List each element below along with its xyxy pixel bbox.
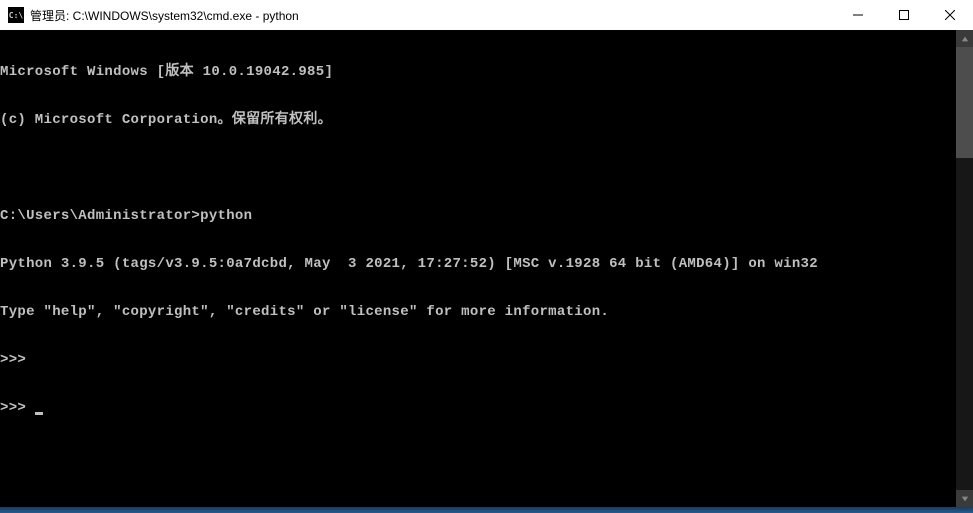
prompt-text: >>> xyxy=(0,400,35,416)
titlebar[interactable]: C:\ 管理员: C:\WINDOWS\system32\cmd.exe - p… xyxy=(0,0,973,30)
maximize-button[interactable] xyxy=(881,0,927,30)
output-line: Python 3.9.5 (tags/v3.9.5:0a7dcbd, May 3… xyxy=(0,256,956,272)
python-prompt-active: >>> xyxy=(0,400,956,416)
terminal-output[interactable]: Microsoft Windows [版本 10.0.19042.985] (c… xyxy=(0,30,956,507)
taskbar-edge xyxy=(0,507,973,513)
window-controls xyxy=(835,0,973,30)
output-line: Type "help", "copyright", "credits" or "… xyxy=(0,304,956,320)
output-line: (c) Microsoft Corporation。保留所有权利。 xyxy=(0,112,956,128)
window-title: 管理员: C:\WINDOWS\system32\cmd.exe - pytho… xyxy=(30,7,835,24)
close-button[interactable] xyxy=(927,0,973,30)
output-line: Microsoft Windows [版本 10.0.19042.985] xyxy=(0,64,956,80)
scrollbar-thumb[interactable] xyxy=(956,47,973,158)
terminal-wrapper: Microsoft Windows [版本 10.0.19042.985] (c… xyxy=(0,30,973,507)
minimize-button[interactable] xyxy=(835,0,881,30)
output-line xyxy=(0,160,956,176)
scrollbar-track[interactable] xyxy=(956,47,973,490)
scrollbar-up-button[interactable] xyxy=(956,30,973,47)
cmd-icon: C:\ xyxy=(8,7,24,23)
vertical-scrollbar[interactable] xyxy=(956,30,973,507)
scrollbar-down-button[interactable] xyxy=(956,490,973,507)
python-prompt: >>> xyxy=(0,352,956,368)
prompt-line: C:\Users\Administrator>python xyxy=(0,208,956,224)
cursor xyxy=(35,412,43,415)
